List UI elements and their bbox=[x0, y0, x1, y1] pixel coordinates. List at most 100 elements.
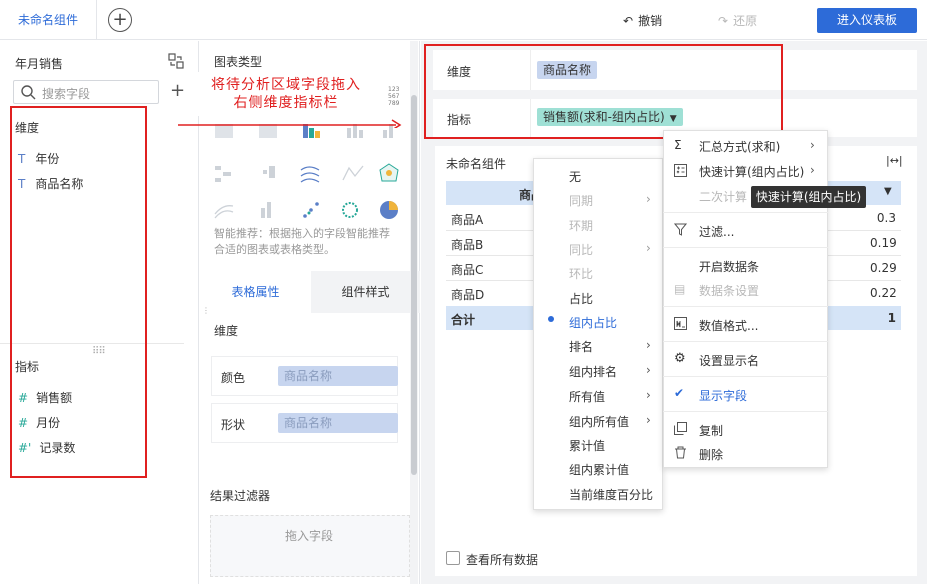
tooltip: 快速计算(组内占比) bbox=[751, 186, 866, 208]
table-row-label: 商品A bbox=[451, 213, 484, 227]
result-filter-label: 结果过滤器 bbox=[210, 489, 271, 503]
scrollbar-thumb[interactable] bbox=[411, 95, 417, 475]
color-label: 颜色 bbox=[221, 371, 246, 385]
quick-calc-icon bbox=[674, 164, 687, 177]
menu-item-databar[interactable]: 开启数据条 bbox=[699, 258, 759, 275]
annotation-line-2: 右侧维度指标栏 bbox=[233, 95, 339, 111]
trash-icon bbox=[674, 446, 687, 459]
top-bar bbox=[0, 0, 927, 40]
scatter-chart-icon[interactable] bbox=[303, 202, 319, 218]
menu-item-dimension-percent[interactable]: 当前维度百分比 bbox=[569, 486, 653, 503]
highlight-box-fields bbox=[10, 106, 147, 478]
area-chart-icon[interactable] bbox=[214, 205, 234, 219]
menu-item-group-percent[interactable]: 组内占比 bbox=[569, 314, 617, 331]
menu-item-none[interactable]: 无 bbox=[569, 168, 581, 185]
table-row-value: 0.3 bbox=[876, 211, 896, 225]
databar-settings-icon: ▤ bbox=[674, 282, 686, 296]
chevron-right-icon: › bbox=[810, 138, 815, 152]
menu-item-percent[interactable]: 占比 bbox=[569, 290, 593, 307]
chevron-right-icon: › bbox=[646, 241, 651, 255]
search-icon bbox=[20, 84, 36, 100]
shape-label: 形状 bbox=[221, 418, 246, 432]
menu-item-same-period: 同期 bbox=[569, 194, 594, 208]
dataset-name: 年月销售 bbox=[15, 57, 64, 71]
undo-button[interactable]: ↶ 撤销 bbox=[623, 12, 662, 29]
enter-dashboard-button[interactable]: 进入仪表板 bbox=[817, 8, 917, 33]
filter-icon bbox=[674, 223, 687, 236]
heatmap-icon[interactable] bbox=[215, 166, 231, 182]
switch-dataset-icon[interactable] bbox=[168, 53, 184, 69]
annotation-line-1: 将待分析区域字段拖入 bbox=[211, 77, 361, 93]
menu-item-rank[interactable]: 排名 bbox=[569, 338, 593, 355]
column-chart-icon[interactable] bbox=[261, 202, 271, 218]
menu-separator bbox=[663, 306, 828, 307]
filter-placeholder: 拖入字段 bbox=[285, 529, 334, 543]
mid-dimension-label: 维度 bbox=[214, 324, 239, 338]
menu-separator bbox=[663, 247, 828, 248]
widget-title: 未命名组件 bbox=[446, 157, 507, 171]
menu-item-quick-calc[interactable]: 快速计算(组内占比) bbox=[699, 163, 804, 180]
chart-type-label: 图表类型 bbox=[214, 55, 263, 69]
pie-chart-icon[interactable] bbox=[380, 201, 398, 219]
annotation-callout: 将待分析区域字段拖入 右侧维度指标栏 bbox=[188, 72, 384, 116]
number-chart-icon[interactable]: 123 567 789 bbox=[388, 86, 399, 107]
total-label: 合计 bbox=[451, 313, 476, 327]
menu-item-group-all-values[interactable]: 组内所有值 bbox=[569, 413, 629, 430]
tab-component-style[interactable]: 组件样式 bbox=[311, 271, 420, 313]
menu-item-number-format[interactable]: 数值格式... bbox=[699, 317, 758, 334]
table-row-value: 0.19 bbox=[870, 236, 897, 250]
undo-icon: ↶ bbox=[623, 14, 634, 28]
chevron-right-icon: › bbox=[646, 363, 651, 377]
chevron-right-icon: › bbox=[646, 388, 651, 402]
scatter-small-icon[interactable] bbox=[263, 166, 275, 178]
search-placeholder: 搜索字段 bbox=[42, 87, 91, 101]
arrow-right-icon bbox=[178, 114, 406, 128]
tab-component[interactable]: 未命名组件 bbox=[0, 0, 97, 40]
menu-item-display-name[interactable]: 设置显示名 bbox=[699, 352, 759, 369]
filter-dropzone[interactable] bbox=[210, 515, 410, 577]
menu-item-all-values[interactable]: 所有值 bbox=[569, 388, 605, 405]
menu-item-cumulative[interactable]: 累计值 bbox=[569, 437, 605, 454]
menu-item-filter[interactable]: 过滤... bbox=[699, 223, 734, 240]
menu-separator bbox=[663, 341, 828, 342]
menu-item-yoy: 同比 bbox=[569, 243, 594, 257]
table-row-label: 商品C bbox=[451, 263, 484, 277]
table-row-label: 商品B bbox=[451, 238, 484, 252]
tab-table-properties[interactable]: 表格属性 bbox=[200, 271, 311, 313]
field-context-menu bbox=[663, 130, 828, 468]
add-field-button[interactable]: + bbox=[170, 80, 185, 101]
settings-icon: ⚙ bbox=[674, 351, 686, 366]
panel-drag-handle[interactable]: ⋮ bbox=[202, 306, 210, 315]
menu-item-group-rank[interactable]: 组内排名 bbox=[569, 363, 617, 380]
fit-width-icon[interactable]: |↔| bbox=[886, 154, 903, 167]
table-row-label: 商品D bbox=[451, 288, 485, 302]
chart-type-grid bbox=[213, 120, 403, 228]
chevron-right-icon: › bbox=[646, 413, 651, 427]
table-row-value: 0.29 bbox=[870, 261, 897, 275]
highlight-box-shelves bbox=[424, 44, 783, 139]
radar-chart-icon[interactable] bbox=[379, 163, 399, 182]
menu-item-group-cumulative[interactable]: 组内累计值 bbox=[569, 461, 629, 478]
smart-recommend-tip: 智能推荐：根据拖入的字段智能推荐合适的图表或表格类型。 bbox=[214, 227, 390, 256]
sort-caret-icon[interactable]: ▼ bbox=[884, 186, 892, 197]
add-tab-button[interactable]: + bbox=[108, 8, 132, 32]
menu-item-copy[interactable]: 复制 bbox=[699, 422, 723, 439]
redo-button[interactable]: ↷ 还原 bbox=[718, 12, 757, 29]
menu-item-secondary-calc: 二次计算 bbox=[699, 190, 748, 204]
menu-item-aggregation[interactable]: 汇总方式(求和) bbox=[699, 138, 780, 155]
menu-item-prev-period: 环期 bbox=[569, 219, 594, 233]
menu-item-mom: 环比 bbox=[569, 267, 594, 281]
show-all-checkbox[interactable] bbox=[446, 551, 460, 565]
check-icon: ✔ bbox=[674, 386, 685, 400]
color-field-chip[interactable]: 商品名称 bbox=[278, 366, 398, 386]
bubble-chart-icon[interactable] bbox=[342, 202, 358, 218]
radar-line-icon[interactable] bbox=[342, 165, 364, 181]
redo-icon: ↷ bbox=[718, 14, 729, 28]
line-chart-icon[interactable] bbox=[300, 166, 320, 183]
menu-item-delete[interactable]: 删除 bbox=[699, 446, 723, 463]
menu-item-show-field[interactable]: 显示字段 bbox=[699, 387, 747, 404]
copy-icon bbox=[674, 422, 687, 435]
chevron-right-icon: › bbox=[810, 163, 815, 177]
shape-field-chip[interactable]: 商品名称 bbox=[278, 413, 398, 433]
menu-separator bbox=[663, 411, 828, 412]
